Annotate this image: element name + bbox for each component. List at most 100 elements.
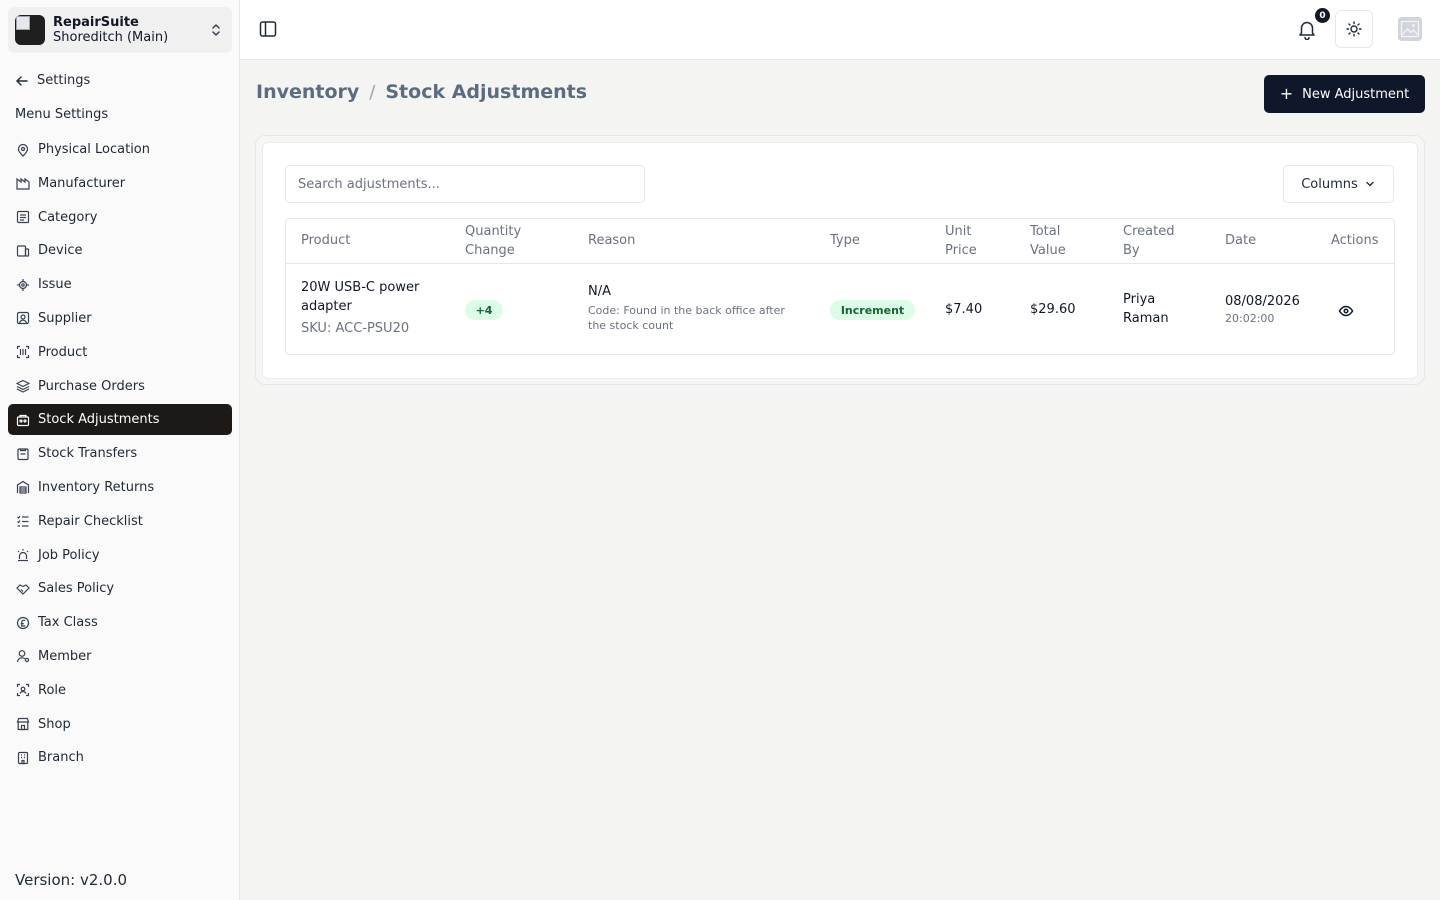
- notification-count-badge: 0: [1315, 8, 1330, 23]
- sidebar-item-label: Member: [38, 648, 92, 664]
- sidebar-item-label: Physical Location: [38, 142, 150, 157]
- location-icon: [17, 143, 29, 157]
- sidebar-item-stock-transfers[interactable]: Stock Transfers: [8, 438, 232, 469]
- sidebar-item-supplier[interactable]: Supplier: [8, 303, 232, 334]
- adjustments-table: Product Quantity Change Reason Type Unit…: [285, 218, 1395, 355]
- column-header-text: Change: [465, 243, 515, 258]
- product-sku: SKU: ACC-PSU20: [301, 321, 410, 336]
- date-cell: 08/08/2026 20:02:00: [1225, 292, 1300, 326]
- sidebar-item-label: Stock Transfers: [38, 446, 138, 462]
- table-row[interactable]: 20W USB-C power adapter SKU: ACC-PSU20 +…: [286, 265, 1394, 355]
- back-link-label: Settings: [37, 73, 91, 88]
- user-avatar[interactable]: [1398, 17, 1422, 41]
- sidebar-nav: Physical Location Manufacturer Category …: [8, 134, 232, 776]
- checklist-icon: [17, 515, 29, 527]
- siren-icon: [17, 549, 29, 562]
- plus-icon: +: [1279, 84, 1294, 103]
- sidebar-item-label: Manufacturer: [38, 175, 126, 191]
- sidebar-item-label: Shop: [38, 716, 71, 732]
- sidebar-item-physical-location[interactable]: Physical Location: [8, 134, 232, 165]
- column-header-quantity-change[interactable]: Quantity Change: [465, 222, 521, 260]
- product-cell: 20W USB-C power adapter SKU: ACC-PSU20: [301, 278, 419, 338]
- sidebar-item-job-policy[interactable]: Job Policy: [8, 540, 232, 571]
- sidebar-item-device[interactable]: Device: [8, 235, 232, 266]
- breadcrumb-inventory[interactable]: Inventory: [256, 81, 359, 103]
- column-header-date[interactable]: Date: [1225, 231, 1256, 250]
- sidebar-item-purchase-orders[interactable]: Purchase Orders: [8, 371, 232, 402]
- search-input[interactable]: [285, 165, 645, 203]
- theme-toggle-button[interactable]: [1335, 10, 1373, 48]
- sidebar-item-label: Device: [38, 243, 83, 259]
- supplier-icon: [16, 312, 30, 325]
- sidebar-toggle-icon[interactable]: [258, 19, 278, 39]
- breadcrumb: Inventory / Stock Adjustments: [256, 81, 587, 103]
- sidebar-item-branch[interactable]: Branch: [8, 742, 232, 773]
- column-header-type[interactable]: Type: [830, 231, 860, 250]
- sidebar-item-tax-class[interactable]: Tax Class: [8, 607, 232, 638]
- column-header-text: Price: [945, 243, 977, 258]
- sidebar-item-stock-adjustments[interactable]: Stock Adjustments: [8, 404, 232, 436]
- sidebar-item-label: Inventory Returns: [38, 479, 155, 495]
- user-icon: [16, 650, 30, 663]
- table-header: Product Quantity Change Reason Type Unit…: [286, 219, 1394, 264]
- shop-logo: [15, 15, 45, 45]
- sidebar-item-issue[interactable]: Issue: [8, 269, 232, 300]
- shop-switcher[interactable]: RepairSuite Shoreditch (Main): [8, 7, 232, 53]
- adjustment-date: 08/08/2026: [1225, 294, 1300, 309]
- adjust-icon: [16, 414, 30, 426]
- column-header-actions: Actions: [1331, 233, 1379, 248]
- sidebar-item-label: Category: [38, 209, 98, 225]
- reason-cell: N/A Code: Found in the back office after…: [588, 282, 785, 333]
- sidebar-item-label: Tax Class: [38, 615, 98, 631]
- quantity-change-badge: +4: [465, 300, 503, 320]
- store-icon: [16, 717, 30, 731]
- column-header-text: Value: [1030, 243, 1066, 258]
- chevrons-up-down-icon: [212, 24, 220, 36]
- column-header-product[interactable]: Product: [301, 231, 350, 250]
- reason-code: the stock count: [588, 319, 674, 332]
- category-icon: [16, 210, 30, 224]
- sidebar-item-product[interactable]: Product: [8, 337, 232, 368]
- sidebar-item-manufacturer[interactable]: Manufacturer: [8, 168, 232, 199]
- eye-icon[interactable]: [1338, 303, 1354, 319]
- columns-dropdown-button[interactable]: Columns: [1283, 165, 1394, 203]
- sidebar-item-category[interactable]: Category: [8, 202, 232, 233]
- new-adjustment-button[interactable]: + New Adjustment: [1264, 75, 1425, 113]
- menu-settings-heading: Menu Settings: [15, 107, 109, 122]
- created-by-name: Priya: [1123, 292, 1156, 307]
- sidebar-item-sales-policy[interactable]: Sales Policy: [8, 573, 232, 604]
- sidebar-item-label: Role: [38, 682, 67, 698]
- arrow-left-icon: [16, 75, 28, 86]
- columns-label: Columns: [1301, 176, 1358, 192]
- sidebar-item-label: Sales Policy: [38, 581, 115, 597]
- column-header-created-by[interactable]: Created By: [1123, 222, 1174, 260]
- shop-switcher-text: RepairSuite Shoreditch (Main): [53, 15, 168, 45]
- back-to-settings-link[interactable]: Settings: [15, 73, 90, 88]
- sidebar-item-label: Stock Adjustments: [38, 412, 160, 428]
- product-name: 20W USB-C power: [301, 280, 420, 295]
- total-value: $29.60: [1030, 302, 1076, 317]
- sidebar: RepairSuite Shoreditch (Main) Settings M…: [0, 0, 240, 900]
- sidebar-item-role[interactable]: Role: [8, 675, 232, 706]
- created-by-cell: Priya Raman: [1123, 290, 1169, 328]
- sidebar-item-label: Product: [38, 344, 88, 360]
- column-header-unit-price[interactable]: Unit Price: [945, 222, 977, 260]
- barcode-icon: [16, 346, 30, 359]
- column-header-text: By: [1123, 243, 1140, 258]
- notification-bell-icon[interactable]: [1296, 18, 1318, 40]
- column-header-total-value[interactable]: Total Value: [1030, 222, 1066, 260]
- sidebar-item-repair-checklist[interactable]: Repair Checklist: [8, 506, 232, 537]
- sun-icon: [1346, 21, 1362, 37]
- sidebar-item-member[interactable]: Member: [8, 641, 232, 672]
- column-header-reason[interactable]: Reason: [588, 231, 635, 250]
- column-header-text: Total: [1030, 224, 1061, 239]
- image-placeholder-icon: [1398, 17, 1422, 41]
- sidebar-item-inventory-returns[interactable]: Inventory Returns: [8, 472, 232, 503]
- reason-code: Code: Found in the back office after: [588, 304, 785, 317]
- chevron-down-icon: [1366, 181, 1374, 187]
- top-bar: 0: [240, 0, 1440, 60]
- sidebar-item-shop[interactable]: Shop: [8, 709, 232, 740]
- unit-price: $7.40: [945, 302, 983, 317]
- app-version: Version: v2.0.0: [15, 871, 128, 889]
- warehouse-icon: [16, 481, 30, 495]
